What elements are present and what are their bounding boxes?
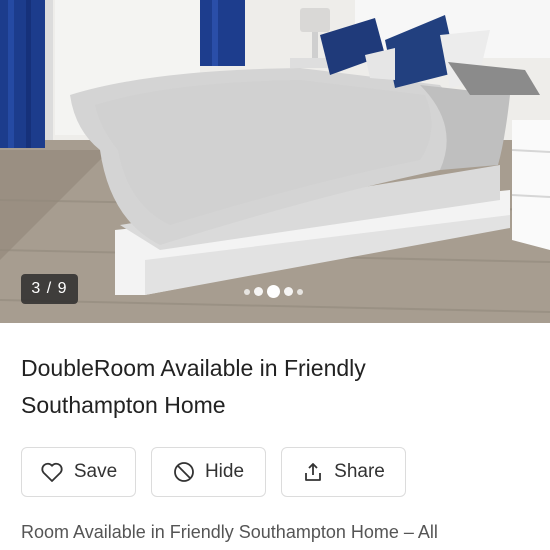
carousel-dot-active[interactable]: [267, 285, 280, 298]
carousel-dots[interactable]: [244, 285, 303, 298]
carousel-dot[interactable]: [254, 287, 263, 296]
hide-label: Hide: [204, 461, 245, 482]
heart-icon: [40, 461, 64, 483]
carousel-dot[interactable]: [244, 288, 250, 295]
hide-button[interactable]: Hide: [151, 447, 266, 497]
share-label: Share: [334, 461, 385, 482]
listing-title-line2: Southampton Home: [21, 392, 226, 418]
save-button[interactable]: Save: [21, 447, 136, 497]
save-label: Save: [73, 461, 118, 482]
listing-title: DoubleRoom Available in Friendly Southam…: [21, 350, 501, 424]
listing-description: Room Available in Friendly Southampton H…: [21, 522, 438, 542]
listing-photo[interactable]: 3 / 9: [0, 0, 550, 323]
share-button[interactable]: Share: [281, 447, 406, 497]
listing-title-line1: DoubleRoom Available in Friendly: [21, 355, 366, 381]
block-icon: [173, 461, 195, 483]
carousel-dot[interactable]: [284, 287, 293, 296]
carousel-dot[interactable]: [297, 288, 303, 295]
image-counter: 3 / 9: [21, 274, 78, 304]
bedroom-image: [0, 0, 550, 323]
share-icon: [302, 461, 324, 483]
